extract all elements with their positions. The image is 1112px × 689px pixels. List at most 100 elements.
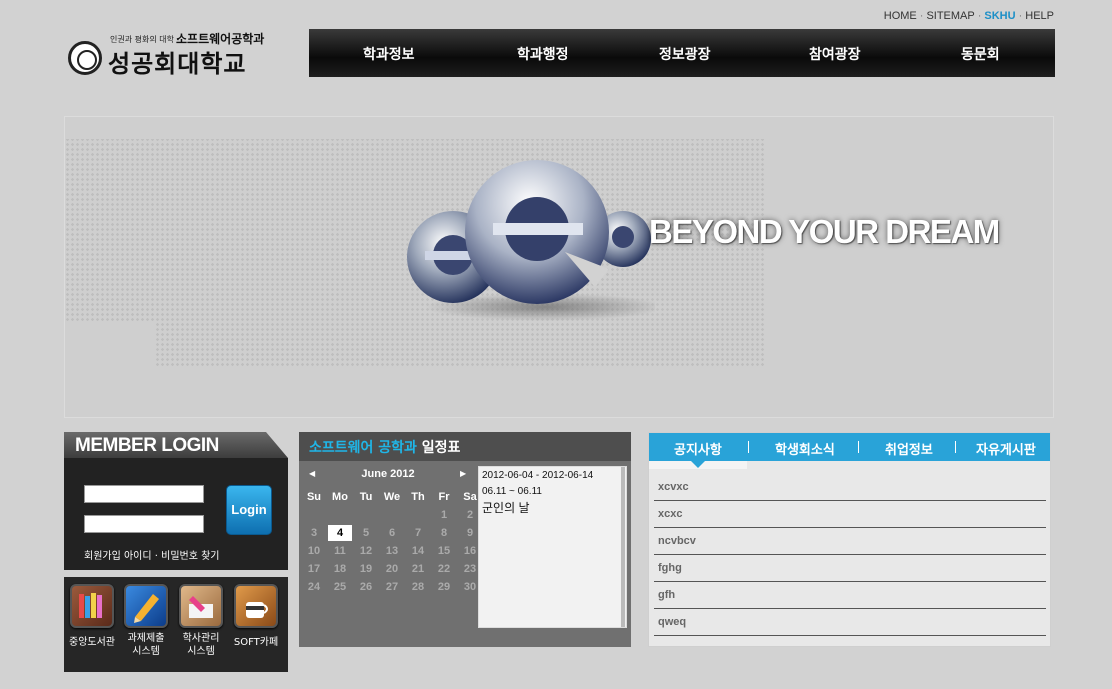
books-icon	[70, 584, 114, 628]
weekday-row: Su Mo Tu We Th Fr Sa	[301, 488, 483, 506]
calendar-grid: Su Mo Tu We Th Fr Sa 1 2 3 4 5 6 7 8 9 1…	[301, 488, 483, 596]
calendar-day[interactable]: 10	[301, 542, 327, 560]
calendar-day[interactable]: 26	[353, 578, 379, 596]
week-row: 10 11 12 13 14 15 16	[301, 542, 483, 560]
calendar-month: June 2012	[361, 468, 415, 480]
calendar-day	[379, 506, 405, 524]
calendar-day[interactable]: 27	[379, 578, 405, 596]
tab-divider	[858, 441, 859, 453]
calendar-day[interactable]: 14	[405, 542, 431, 560]
member-login-panel: MEMBER LOGIN Login 회원가입 아이디 · 비밀번호 찾기	[64, 432, 288, 570]
tab-notices[interactable]: 공지사항	[674, 439, 722, 458]
weekday-label: Fr	[438, 491, 450, 503]
calendar-day[interactable]: 1	[431, 506, 457, 524]
login-heading: MEMBER LOGIN	[75, 435, 219, 456]
list-item[interactable]: xcvxc	[654, 474, 1046, 501]
quick-link-assignment[interactable]: 과제제출 시스템	[123, 584, 169, 658]
calendar-day	[353, 506, 379, 524]
calendar-day[interactable]: 11	[327, 542, 353, 560]
skhu-link[interactable]: SKHU	[984, 10, 1015, 22]
separator: ·	[919, 10, 924, 22]
list-item[interactable]: fghg	[654, 555, 1046, 582]
calendar-title: 소프트웨어 공학과 일정표	[299, 432, 631, 461]
calendar-day[interactable]: 12	[353, 542, 379, 560]
calendar-day-today[interactable]: 4	[327, 524, 353, 542]
nav-item-dept-admin[interactable]: 학과행정	[517, 44, 569, 64]
calendar-day[interactable]: 13	[379, 542, 405, 560]
week-row: 24 25 26 27 28 29 30	[301, 578, 483, 596]
login-heading-bar: MEMBER LOGIN	[64, 432, 288, 458]
marker-icon	[179, 584, 223, 628]
main-nav: 학과정보 학과행정 정보광장 참여광장 동문회	[309, 29, 1055, 77]
calendar-events: 2012-06-04 - 2012-06-14 06.11 ~ 06.11 군인…	[478, 466, 627, 628]
week-row: 17 18 19 20 21 22 23	[301, 560, 483, 578]
calendar-day[interactable]: 7	[405, 524, 431, 542]
banner-slogan: BEYOND YOUR DREAM	[649, 213, 1000, 250]
today-label: 4	[328, 525, 352, 541]
home-link[interactable]: HOME	[884, 10, 917, 22]
calendar-day[interactable]: 3	[301, 524, 327, 542]
calendar-day[interactable]: 8	[431, 524, 457, 542]
active-tab-pointer-icon	[691, 461, 705, 468]
help-link[interactable]: HELP	[1025, 10, 1054, 22]
calendar-day[interactable]: 22	[431, 560, 457, 578]
event-title[interactable]: 군인의 날	[482, 500, 623, 516]
weekday-label: Th	[411, 491, 425, 503]
calendar-day[interactable]: 5	[353, 524, 379, 542]
quick-link-label: SOFT카페	[233, 637, 279, 648]
board-tabs: 공지사항 학생회소식 취업정보 자유게시판	[649, 433, 1050, 461]
nav-item-participation-plaza[interactable]: 참여광장	[809, 44, 861, 64]
quick-link-soft-cafe[interactable]: SOFT카페	[233, 584, 279, 649]
weekday-label: Tu	[359, 491, 373, 503]
quick-link-academic[interactable]: 학사관리 시스템	[178, 584, 224, 658]
user-id-input[interactable]	[84, 485, 204, 503]
calendar-day[interactable]: 17	[301, 560, 327, 578]
week-row: 3 4 5 6 7 8 9	[301, 524, 483, 542]
calendar-day[interactable]: 20	[379, 560, 405, 578]
utility-links: HOME · SITEMAP · SKHU · HELP	[884, 10, 1054, 22]
nav-item-alumni[interactable]: 동문회	[961, 44, 1000, 64]
calendar-day[interactable]: 25	[327, 578, 353, 596]
calendar-day[interactable]: 29	[431, 578, 457, 596]
calendar-day	[405, 506, 431, 524]
quick-link-library[interactable]: 중앙도서관	[69, 584, 115, 649]
board-list: xcvxc xcxc ncvbcv fghg gfh qweq	[654, 474, 1046, 636]
login-button[interactable]: Login	[226, 485, 272, 535]
tab-divider	[955, 441, 956, 453]
list-item[interactable]: ncvbcv	[654, 528, 1046, 555]
quick-links: 중앙도서관 과제제출 시스템 학사관리 시스템 SOFT카페	[64, 577, 288, 672]
pencil-icon	[124, 584, 168, 628]
calendar-day	[327, 506, 353, 524]
logo-university-name: 성공회대학교	[108, 49, 247, 78]
list-item[interactable]: gfh	[654, 582, 1046, 609]
hero-banner: BEYOND YOUR DREAM	[64, 116, 1054, 418]
list-item[interactable]: qweq	[654, 609, 1046, 636]
calendar-day[interactable]: 21	[405, 560, 431, 578]
nav-item-dept-info[interactable]: 학과정보	[363, 44, 415, 64]
calendar-day[interactable]: 28	[405, 578, 431, 596]
next-month-icon[interactable]: ▶	[460, 469, 466, 478]
separator: ·	[1018, 10, 1023, 22]
calendar-title-highlight: 소프트웨어 공학과	[309, 440, 417, 456]
tab-free-board[interactable]: 자유게시판	[976, 439, 1036, 458]
calendar-day[interactable]: 6	[379, 524, 405, 542]
calendar-day	[301, 506, 327, 524]
university-logo[interactable]: 인권과 평화의 대학 - 소프트웨어공학과 성공회대학교	[68, 30, 268, 78]
calendar-day[interactable]: 18	[327, 560, 353, 578]
list-item[interactable]: xcxc	[654, 501, 1046, 528]
e-logo-icon	[407, 160, 655, 321]
schedule-calendar: 소프트웨어 공학과 일정표 ◀ June 2012 ▶ Su Mo Tu We …	[299, 432, 631, 647]
tab-student-council[interactable]: 학생회소식	[775, 439, 835, 458]
weekday-label: Mo	[332, 491, 348, 503]
account-links[interactable]: 회원가입 아이디 · 비밀번호 찾기	[84, 547, 220, 562]
calendar-day[interactable]: 24	[301, 578, 327, 596]
label-text: 과제제출 시스템	[127, 633, 165, 657]
password-input[interactable]	[84, 515, 204, 533]
calendar-day[interactable]: 19	[353, 560, 379, 578]
sitemap-link[interactable]: SITEMAP	[926, 10, 974, 22]
event-dates: 06.11 ~ 06.11	[482, 486, 542, 497]
nav-item-info-plaza[interactable]: 정보광장	[659, 44, 711, 64]
calendar-day[interactable]: 15	[431, 542, 457, 560]
tab-jobs[interactable]: 취업정보	[885, 439, 933, 458]
weekday-label: We	[383, 491, 401, 503]
